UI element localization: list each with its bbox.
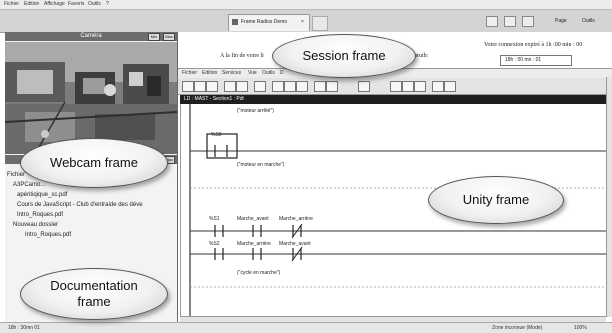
contact-label: %S1 [209,216,220,222]
feeds-icon[interactable] [504,16,516,27]
browser-menubar: Fichier Edition Affichage Favoris Outils… [0,0,612,10]
tree-item[interactable]: Intro_Roques.pdf [7,210,177,220]
find-icon[interactable] [272,81,284,92]
coil-icon[interactable] [444,81,456,92]
contact-label: Marche_arrière [279,216,313,222]
print-icon[interactable] [522,16,534,27]
zoom-icon[interactable] [414,81,426,92]
section-title: LD : MAST - Section1 : Pdl [180,95,606,104]
unity-toolbar [178,78,612,95]
status-zone: Zone inconnue (Mode) [492,325,543,331]
connect-icon[interactable] [314,81,326,92]
menu-affichage[interactable]: Affichage [44,1,65,7]
new-icon[interactable] [182,81,194,92]
session-right-suffix: pruib: [414,53,429,59]
tools-menu[interactable]: Outils [582,18,595,25]
rung-comment: ("moteur en marche") [237,162,285,168]
print-icon[interactable] [254,81,266,92]
rung-comment: ("cycle en marche") [237,270,281,276]
unity-menu-edition[interactable]: Edition [202,70,217,76]
run-icon[interactable] [326,81,338,92]
unity-frame-callout: Unity frame [428,176,564,224]
page-icon [232,19,238,25]
webcam-min-button[interactable]: Min [148,33,160,41]
grid-icon[interactable] [390,81,402,92]
status-left: 18h : 30mn 01 [8,325,40,331]
status-bar: 18h : 30mn 01 Zone inconnue (Mode) 100% [0,322,612,333]
tree-item[interactable]: Cours de JavaScript - Club d'entraide de… [7,200,177,210]
status-zoom: 100% [574,325,587,331]
contact-label: %S0 [211,132,222,138]
unity-menu-outils[interactable]: Outils [262,70,275,76]
menu-help[interactable]: ? [106,1,109,7]
session-time-field: 18h : 00 mn : 01 [500,55,572,66]
menu-fichier[interactable]: Fichier [4,1,19,7]
webcam-frame-callout: Webcam frame [20,138,168,188]
session-frame-label: Session frame [302,48,386,63]
copy-icon[interactable] [236,81,248,92]
session-time-value: 18h : 00 mn : 01 [505,57,542,63]
open-icon[interactable] [194,81,206,92]
browser-tab[interactable]: Frame Radios Demo × [228,14,310,31]
unity-menu-services[interactable]: Services [222,70,241,76]
session-left-text: A la fin de votre li [220,53,264,59]
documentation-frame-callout: Documentation frame [20,268,168,320]
build-icon[interactable] [284,81,296,92]
contact-label: Marche_avant [237,216,269,222]
webcam-header: Caméra Min Max [5,32,177,41]
tree-item[interactable]: Intro_Roques.pdf [7,230,177,240]
tab-title: Frame Radios Demo [241,19,288,25]
new-tab-button[interactable] [312,16,328,31]
contact-icon[interactable] [432,81,444,92]
unity-menu-d[interactable]: D [280,70,284,76]
menu-edition[interactable]: Edition [24,1,39,7]
webcam-title: Caméra [80,33,102,39]
save-icon[interactable] [206,81,218,92]
menu-favoris[interactable]: Favoris [68,1,84,7]
contact-label: Marche_arrière [237,241,271,247]
webcam-max-button[interactable]: Max [163,33,175,41]
unity-menu-fichier[interactable]: Fichier [182,70,197,76]
session-frame-callout: Session frame [272,34,416,78]
home-icon[interactable] [486,16,498,27]
unity-menu-vue[interactable]: Vue [248,70,257,76]
unity-frame-label: Unity frame [462,192,530,207]
cut-icon[interactable] [224,81,236,92]
documentation-frame-label: Documentation [50,278,138,293]
tree-item[interactable]: apéritiqique_sc.pdf [7,190,177,200]
page-menu[interactable]: Page [555,18,567,25]
contact-label: %S2 [209,241,220,247]
rung-comment: ("moteur arrêté") [237,108,274,114]
session-expiry-text: Votre connexion expiré à 1h :00 min : 00 [484,42,583,48]
contact-label: Marche_avant [279,241,311,247]
download-icon[interactable] [296,81,308,92]
documentation-frame-label-line2: frame [77,294,111,309]
tab-close-icon[interactable]: × [301,19,304,26]
vertical-scrollbar[interactable] [606,77,612,317]
webcam-frame-label: Webcam frame [50,155,138,170]
menu-outils[interactable]: Outils [88,1,101,7]
tree-item[interactable]: Nouveau dossier [7,220,177,230]
stop-icon[interactable] [358,81,370,92]
table-icon[interactable] [402,81,414,92]
